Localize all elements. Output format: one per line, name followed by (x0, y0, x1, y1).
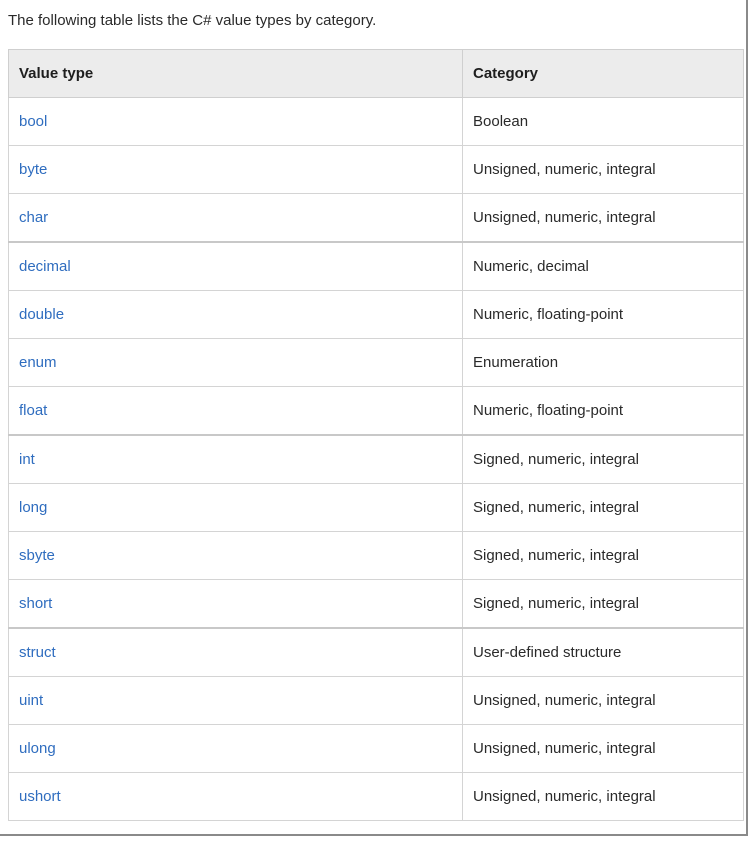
value-type-cell: char (8, 193, 463, 243)
category-cell: Enumeration (462, 338, 744, 387)
value-type-link-ushort[interactable]: ushort (19, 788, 61, 805)
value-type-cell: int (8, 434, 463, 484)
value-type-cell: long (8, 483, 463, 532)
category-cell: Numeric, floating-point (462, 386, 744, 436)
category-cell: Unsigned, numeric, integral (462, 193, 744, 243)
table-row: float Numeric, floating-point (8, 386, 744, 436)
value-type-link-short[interactable]: short (19, 595, 52, 612)
value-type-link-uint[interactable]: uint (19, 692, 43, 709)
header-value-type: Value type (8, 49, 463, 98)
table-row: ushort Unsigned, numeric, integral (8, 772, 744, 821)
table-row: struct User-defined structure (8, 627, 744, 677)
value-type-link-int[interactable]: int (19, 451, 35, 468)
value-type-link-float[interactable]: float (19, 402, 47, 419)
table-row: uint Unsigned, numeric, integral (8, 676, 744, 725)
value-type-link-enum[interactable]: enum (19, 354, 57, 371)
table-row: sbyte Signed, numeric, integral (8, 531, 744, 580)
value-type-link-ulong[interactable]: ulong (19, 740, 56, 757)
value-type-link-sbyte[interactable]: sbyte (19, 547, 55, 564)
value-types-table: Value type Category bool Boolean byte Un… (8, 49, 744, 821)
table-row: decimal Numeric, decimal (8, 241, 744, 291)
value-type-link-char[interactable]: char (19, 209, 48, 226)
category-cell: Unsigned, numeric, integral (462, 676, 744, 725)
value-type-link-struct[interactable]: struct (19, 644, 56, 661)
category-cell: Signed, numeric, integral (462, 579, 744, 629)
table-header-row: Value type Category (8, 49, 744, 98)
value-type-link-byte[interactable]: byte (19, 161, 47, 178)
value-type-cell: short (8, 579, 463, 629)
category-cell: Signed, numeric, integral (462, 483, 744, 532)
header-category: Category (462, 49, 744, 98)
category-cell: User-defined structure (462, 627, 744, 677)
table-row: double Numeric, floating-point (8, 290, 744, 339)
value-type-link-double[interactable]: double (19, 306, 64, 323)
value-type-cell: bool (8, 97, 463, 146)
intro-text: The following table lists the C# value t… (8, 12, 377, 29)
category-cell: Signed, numeric, integral (462, 434, 744, 484)
value-type-cell: enum (8, 338, 463, 387)
table-row: bool Boolean (8, 97, 744, 146)
table-row: short Signed, numeric, integral (8, 579, 744, 629)
value-type-cell: double (8, 290, 463, 339)
table-row: int Signed, numeric, integral (8, 434, 744, 484)
category-cell: Unsigned, numeric, integral (462, 145, 744, 194)
category-cell: Boolean (462, 97, 744, 146)
value-type-cell: float (8, 386, 463, 436)
category-cell: Unsigned, numeric, integral (462, 772, 744, 821)
value-type-cell: ulong (8, 724, 463, 773)
table-row: byte Unsigned, numeric, integral (8, 145, 744, 194)
document-frame: The following table lists the C# value t… (0, 0, 748, 836)
value-type-cell: ushort (8, 772, 463, 821)
category-cell: Unsigned, numeric, integral (462, 724, 744, 773)
category-cell: Numeric, floating-point (462, 290, 744, 339)
value-type-cell: sbyte (8, 531, 463, 580)
value-type-cell: byte (8, 145, 463, 194)
table-row: enum Enumeration (8, 338, 744, 387)
value-type-link-bool[interactable]: bool (19, 113, 47, 130)
value-type-cell: uint (8, 676, 463, 725)
table-row: char Unsigned, numeric, integral (8, 193, 744, 243)
value-type-cell: decimal (8, 241, 463, 291)
value-type-link-decimal[interactable]: decimal (19, 258, 71, 275)
category-cell: Signed, numeric, integral (462, 531, 744, 580)
table-row: long Signed, numeric, integral (8, 483, 744, 532)
value-type-link-long[interactable]: long (19, 499, 47, 516)
value-type-cell: struct (8, 627, 463, 677)
category-cell: Numeric, decimal (462, 241, 744, 291)
table-row: ulong Unsigned, numeric, integral (8, 724, 744, 773)
